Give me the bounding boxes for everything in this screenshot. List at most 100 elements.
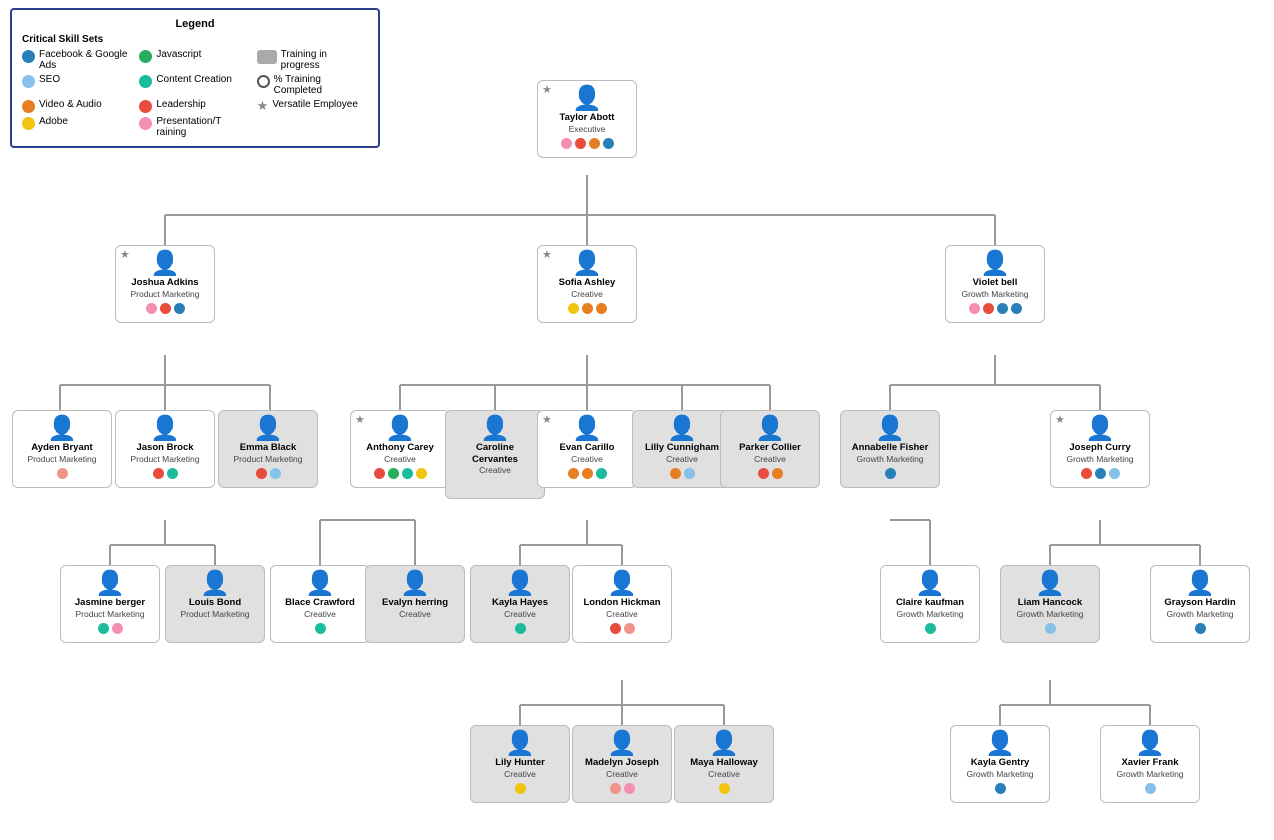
kayla-g-avatar: 👤: [985, 731, 1015, 757]
node-ayden: 👤 Ayden Bryant Product Marketing: [12, 410, 112, 488]
kayla-h-name: Kayla Hayes: [492, 597, 548, 608]
joseph-name: Joseph Curry: [1069, 442, 1130, 453]
emma-dots: [256, 468, 281, 482]
maya-name: Maya Halloway: [690, 757, 758, 768]
kayla-h-dots: [515, 623, 526, 637]
violet-dept: Growth Marketing: [961, 289, 1028, 299]
maya-dept: Creative: [708, 769, 740, 779]
node-london: 👤 London Hickman Creative: [572, 565, 672, 643]
node-annabelle: 👤 Annabelle Fisher Growth Marketing: [840, 410, 940, 488]
violet-avatar: 👤: [980, 251, 1010, 277]
node-sofia: ★ 👤 Sofia Ashley Creative: [537, 245, 637, 323]
sofia-dept: Creative: [571, 289, 603, 299]
maya-avatar: 👤: [709, 731, 739, 757]
xavier-dots: [1145, 783, 1156, 797]
evan-avatar: 👤: [572, 416, 602, 442]
caroline-dept: Creative: [479, 465, 511, 475]
emma-avatar: 👤: [253, 416, 283, 442]
claire-avatar: 👤: [915, 571, 945, 597]
lily-h-name: Lily Hunter: [495, 757, 545, 768]
lilly-dept: Creative: [666, 454, 698, 464]
ayden-dots: [57, 468, 68, 482]
grayson-dots: [1195, 623, 1206, 637]
annabelle-name: Annabelle Fisher: [852, 442, 929, 453]
node-jason: 👤 Jason Brock Product Marketing: [115, 410, 215, 488]
blace-dots: [315, 623, 326, 637]
page-container: Legend Critical Skill Sets Facebook & Go…: [0, 0, 1274, 840]
kayla-g-dept: Growth Marketing: [966, 769, 1033, 779]
jason-dots: [153, 468, 178, 482]
kayla-h-avatar: 👤: [505, 571, 535, 597]
joshua-dept: Product Marketing: [131, 289, 200, 299]
parker-avatar: 👤: [755, 416, 785, 442]
xavier-dept: Growth Marketing: [1116, 769, 1183, 779]
evan-name: Evan Carillo: [560, 442, 615, 453]
anthony-name: Anthony Carey: [366, 442, 434, 453]
anthony-dept: Creative: [384, 454, 416, 464]
evalyn-name: Evalyn herring: [382, 597, 448, 608]
evan-dots: [568, 468, 607, 482]
node-taylor: ★ 👤 Taylor Abott Executive: [537, 80, 637, 158]
madelyn-avatar: 👤: [607, 731, 637, 757]
node-jasmine: 👤 Jasmine berger Product Marketing: [60, 565, 160, 643]
parker-dept: Creative: [754, 454, 786, 464]
node-xavier: 👤 Xavier Frank Growth Marketing: [1100, 725, 1200, 803]
violet-dots: [969, 303, 1022, 317]
parker-name: Parker Collier: [739, 442, 801, 453]
jasmine-dept: Product Marketing: [76, 609, 145, 619]
node-claire: 👤 Claire kaufman Growth Marketing: [880, 565, 980, 643]
emma-dept: Product Marketing: [234, 454, 303, 464]
joseph-dept: Growth Marketing: [1066, 454, 1133, 464]
liam-avatar: 👤: [1035, 571, 1065, 597]
kayla-h-dept: Creative: [504, 609, 536, 619]
node-caroline: 👤 Caroline Cervantes Creative: [445, 410, 545, 499]
jasmine-name: Jasmine berger: [75, 597, 145, 608]
ayden-name: Ayden Bryant: [31, 442, 92, 453]
lily-h-avatar: 👤: [505, 731, 535, 757]
node-lilly: 👤 Lilly Cunnigham Creative: [632, 410, 732, 488]
node-parker: 👤 Parker Collier Creative: [720, 410, 820, 488]
lily-h-dots: [515, 783, 526, 797]
node-joshua: ★ 👤 Joshua Adkins Product Marketing: [115, 245, 215, 323]
emma-name: Emma Black: [240, 442, 297, 453]
xavier-name: Xavier Frank: [1121, 757, 1178, 768]
claire-name: Claire kaufman: [896, 597, 964, 608]
liam-name: Liam Hancock: [1018, 597, 1082, 608]
blace-avatar: 👤: [305, 571, 335, 597]
claire-dept: Growth Marketing: [896, 609, 963, 619]
joshua-star: ★: [120, 248, 130, 261]
madelyn-dots: [610, 783, 635, 797]
taylor-star: ★: [542, 83, 552, 96]
jasmine-dots: [98, 623, 123, 637]
kayla-g-dots: [995, 783, 1006, 797]
madelyn-name: Madelyn Joseph: [585, 757, 659, 768]
node-anthony: ★ 👤 Anthony Carey Creative: [350, 410, 450, 488]
evalyn-avatar: 👤: [400, 571, 430, 597]
annabelle-dept: Growth Marketing: [856, 454, 923, 464]
blace-dept: Creative: [304, 609, 336, 619]
blace-name: Blace Crawford: [285, 597, 355, 608]
node-liam: 👤 Liam Hancock Growth Marketing: [1000, 565, 1100, 643]
sofia-avatar: 👤: [572, 251, 602, 277]
caroline-name: Caroline Cervantes: [453, 442, 537, 465]
taylor-name: Taylor Abott: [560, 112, 615, 123]
node-louis: 👤 Louis Bond Product Marketing: [165, 565, 265, 643]
jason-dept: Product Marketing: [131, 454, 200, 464]
kayla-g-name: Kayla Gentry: [971, 757, 1030, 768]
joseph-dots: [1081, 468, 1120, 482]
grayson-dept: Growth Marketing: [1166, 609, 1233, 619]
grayson-avatar: 👤: [1185, 571, 1215, 597]
caroline-avatar: 👤: [480, 416, 510, 442]
joseph-avatar: 👤: [1085, 416, 1115, 442]
taylor-avatar: 👤: [572, 86, 602, 112]
annabelle-dots: [885, 468, 896, 482]
london-avatar: 👤: [607, 571, 637, 597]
node-evalyn: 👤 Evalyn herring Creative: [365, 565, 465, 643]
sofia-name: Sofia Ashley: [559, 277, 616, 288]
annabelle-avatar: 👤: [875, 416, 905, 442]
louis-dept: Product Marketing: [181, 609, 250, 619]
lily-h-dept: Creative: [504, 769, 536, 779]
ayden-dept: Product Marketing: [28, 454, 97, 464]
node-grayson: 👤 Grayson Hardin Growth Marketing: [1150, 565, 1250, 643]
node-joseph: ★ 👤 Joseph Curry Growth Marketing: [1050, 410, 1150, 488]
